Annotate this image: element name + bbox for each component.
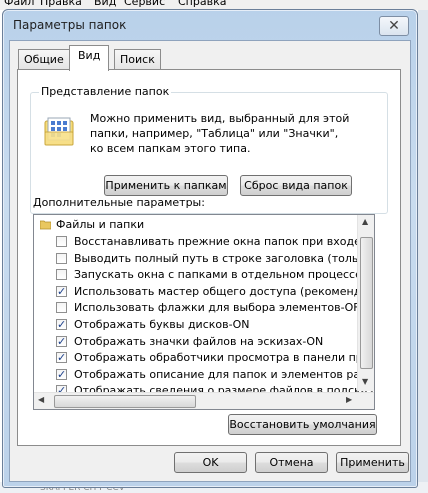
dialog-client: Общие Вид Поиск Представление папок Можн… — [9, 40, 411, 482]
advanced-settings-label: Дополнительные параметры: — [33, 196, 205, 209]
apply-button[interactable]: Применить — [336, 452, 409, 473]
setting-label: Использовать мастер общего доступа (реко… — [74, 284, 375, 298]
folder-view-icon — [44, 117, 74, 146]
apply-to-folders-button[interactable]: Применить к папкам — [104, 175, 228, 196]
setting-checkbox[interactable] — [56, 252, 67, 264]
setting-checkbox[interactable] — [56, 317, 67, 333]
setting-checkbox[interactable] — [56, 350, 67, 366]
tree-root-label: Файлы и папки — [56, 218, 145, 231]
close-icon: ✕ — [388, 18, 400, 34]
setting-label: Отображать значки файлов на эскизах-ON — [74, 334, 324, 348]
folder-view-desc-line-2: папки, например, "Таблица" или "Значки", — [90, 127, 339, 140]
setting-checkbox[interactable] — [56, 367, 67, 383]
tab-general[interactable]: Общие — [18, 49, 70, 70]
setting-checkbox[interactable] — [56, 236, 67, 247]
advanced-settings-tree: Файлы и папки Восстанавливать прежние ок… — [33, 214, 375, 410]
tree-horizontal-scrollbar[interactable]: ◀ ▶ — [34, 392, 374, 409]
folder-view-desc-line-1: Можно применить вид, выбранный для этой — [90, 112, 350, 125]
setting-checkbox[interactable] — [56, 269, 67, 281]
setting-label: Отображать описание для папок и элементо… — [74, 367, 375, 381]
tab-view[interactable]: Вид — [69, 45, 110, 71]
scroll-left-icon[interactable]: ◀ — [38, 395, 44, 404]
tree-vertical-scrollbar[interactable]: ▲ ▼ — [357, 215, 374, 391]
setting-label: Отображать обработчики просмотра в панел… — [74, 351, 375, 365]
folder-view-description: Можно применить вид, выбранный для этой … — [90, 111, 380, 156]
scroll-down-icon[interactable]: ▼ — [362, 377, 368, 386]
setting-checkbox[interactable] — [56, 302, 67, 314]
scroll-up-icon[interactable]: ▲ — [362, 217, 368, 226]
scroll-right-icon[interactable]: ▶ — [346, 395, 352, 404]
background-edge — [418, 10, 428, 493]
horizontal-scroll-thumb[interactable] — [54, 395, 196, 408]
bg-menu-edit: Правка — [40, 0, 82, 8]
setting-label: Отображать буквы дисков-ON — [74, 318, 250, 331]
folder-icon — [40, 220, 51, 230]
dialog-title: Параметры папок — [13, 18, 127, 32]
setting-label: Восстанавливать прежние окна папок при в… — [74, 235, 375, 248]
setting-label: Использовать флажки для выбора элементов… — [74, 301, 366, 315]
tab-panel-view: Представление папок Можно применить вид,… — [17, 69, 401, 446]
reset-folders-button[interactable]: Сброс вида папок — [240, 175, 352, 196]
folder-options-dialog: Параметры папок ✕ Общие Вид Поиск Предст… — [2, 9, 418, 488]
setting-checkbox[interactable] — [56, 334, 67, 350]
vertical-scroll-thumb[interactable] — [360, 237, 373, 369]
folder-view-desc-line-3: ко всем папкам этого типа. — [90, 142, 251, 155]
folder-view-title: Представление папок — [39, 85, 172, 98]
ok-button[interactable]: OK — [174, 452, 247, 473]
bg-menu-help: Справка — [178, 0, 227, 8]
setting-label: Выводить полный путь в строке заголовка … — [74, 251, 375, 265]
bg-menu-tools: Сервис — [124, 0, 166, 8]
tab-search[interactable]: Поиск — [114, 49, 161, 70]
setting-label: Запускать окна с папками в отдельном про… — [74, 268, 375, 282]
restore-defaults-button[interactable]: Восстановить умолчания — [228, 414, 377, 435]
bg-menu-file: Файл — [4, 0, 35, 8]
bg-menu-view: Вид — [94, 0, 117, 8]
setting-checkbox[interactable] — [56, 284, 67, 300]
cancel-button[interactable]: Отмена — [255, 452, 328, 473]
close-button[interactable]: ✕ — [379, 16, 409, 36]
